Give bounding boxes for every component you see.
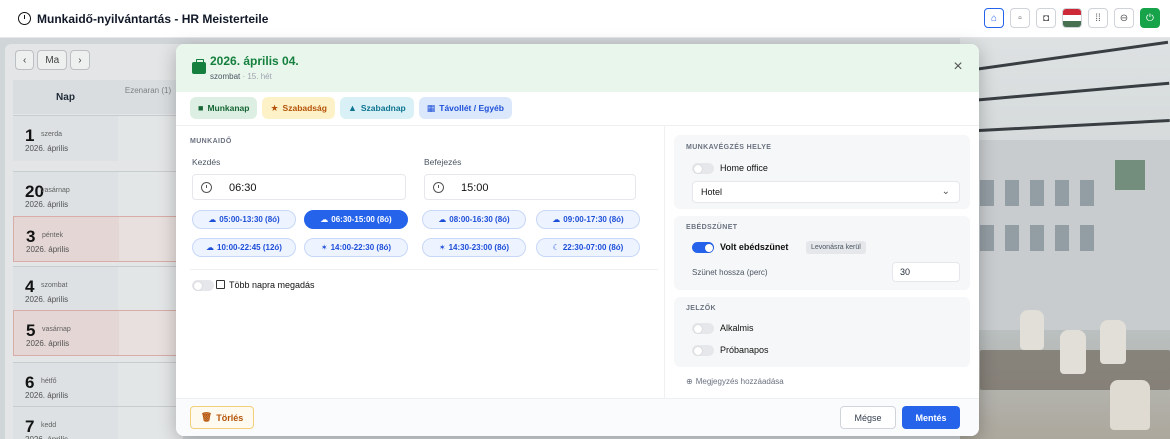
trash-icon: 🗑 [200,412,213,422]
lunch-duration-label: Szünet hossza (perc) [692,268,768,277]
shift-preset-button[interactable]: ☁ 10:00-22:45 (12ó) [192,238,296,257]
suitcase-icon [192,59,206,74]
tab-munkanap[interactable]: ■ Munkanap [190,97,258,119]
shift-icon: ☁ [206,243,215,252]
add-note-link[interactable]: ⊕ Megjegyzés hozzáadása [686,377,784,386]
lunch-toggle[interactable] [692,242,714,253]
calendar-icon [216,280,225,289]
end-label: Befejezés [424,157,462,167]
clock-icon [18,12,31,25]
plus-circle-icon: ⊕ [686,377,693,386]
tab-label: Szabadság [282,103,327,113]
shift-preset-button[interactable]: ☁ 08:00-16:30 (8ó) [422,210,526,229]
shift-icon: ☁ [438,215,447,224]
tab-label: Szabadnap [360,103,406,113]
clock-icon [433,182,444,193]
end-time-value: 15:00 [461,182,489,194]
end-time-input[interactable]: 15:00 [424,174,636,200]
shift-icon: ✶ [438,243,446,252]
trial-day-toggle[interactable] [692,345,714,356]
shift-preset-button[interactable]: ✶ 14:30-23:00 (8ó) [422,238,526,257]
shift-label: 06:30-15:00 (8ó) [331,215,392,224]
flags-card [674,297,970,367]
flags-section-label: JELZŐK [686,305,717,312]
add-note-label: Megjegyzés hozzáadása [695,377,784,386]
shift-label: 10:00-22:45 (12ó) [217,243,282,252]
tab-label: Munkanap [207,103,250,113]
tab-t-voll-t-egy-b[interactable]: ▦ Távollét / Egyéb [418,97,512,119]
shift-label: 05:00-13:30 (8ó) [219,215,280,224]
close-icon[interactable]: × [951,59,965,75]
shift-preset-button[interactable]: ☁ 05:00-13:30 (8ó) [192,210,296,229]
workplace-section-label: MUNKAVÉGZÉS HELYE [686,144,772,151]
shift-icon: ☁ [208,215,217,224]
modal-date: 2026. április 04. [210,54,299,68]
shift-label: 14:00-22:30 (8ó) [330,243,392,252]
calendar-icon: ▦ [426,102,436,113]
lunch-section-label: EBÉDSZÜNET [686,224,738,231]
shift-label: 09:00-17:30 (8ó) [563,215,624,224]
home-icon[interactable]: ⌂ [984,8,1004,28]
week-label: · 15. hét [242,72,272,81]
shift-label: 08:00-16:30 (8ó) [449,215,510,224]
lock-icon[interactable]: ▫ [1010,8,1030,28]
deduct-tag: Levonásra kerül [806,241,866,254]
tab-szabadnap[interactable]: ▲ Szabadnap [339,97,414,119]
home-office-label: Home office [720,163,768,173]
multi-day-label: Több napra megadás [229,280,315,290]
app-title: Munkaidő-nyilvántartás - HR Meisterteile [37,11,269,26]
start-time-input[interactable]: 06:30 [192,174,406,200]
delete-button[interactable]: 🗑 Törlés [190,406,254,429]
modal-footer: 🗑 Törlés Mégse Mentés [176,398,979,436]
suitcase-icon: ■ [198,103,204,113]
day-type-tabs: ■ Munkanap ★ Szabadság ▲ Szabadnap ▦ Távollét /… [190,97,512,119]
lunch-duration-value: 30 [900,267,911,277]
shift-label: 22:30-07:00 (8ó) [562,243,624,252]
tab-label: Távollét / Egyéb [439,103,504,113]
weekday-label: szombat [210,72,241,81]
modal-subtitle: szombat · 15. hét [210,72,272,81]
tab-szabads-g[interactable]: ★ Szabadság [262,97,335,119]
hungarian-flag-icon[interactable] [1062,8,1082,28]
clock-icon [201,182,212,193]
shift-icon: ☾ [552,243,560,252]
modal-header: 2026. április 04. szombat · 15. hét × [176,44,979,92]
minus-circle-icon[interactable]: ⊖ [1114,8,1134,28]
cancel-button[interactable]: Mégse [840,406,896,429]
start-label: Kezdés [192,157,221,167]
shift-preset-button[interactable]: ☁ 09:00-17:30 (8ó) [536,210,640,229]
location-value: Hotel [701,187,723,197]
grid-icon[interactable]: ⁞⁞ [1088,8,1108,28]
lunch-duration-input[interactable]: 30 [892,262,960,282]
save-button[interactable]: Mentés [902,406,960,429]
shift-icon: ☁ [320,215,329,224]
chevron-down-icon: ⌄ [941,186,950,197]
star-icon: ★ [270,102,279,113]
location-select[interactable]: Hotel ⌄ [692,181,960,203]
worktime-section-label: MUNKAIDŐ [190,138,232,145]
home-office-toggle[interactable] [692,163,714,174]
delete-label: Törlés [216,412,244,423]
shift-icon: ☁ [552,215,561,224]
start-time-value: 06:30 [229,182,257,194]
shift-preset-button[interactable]: ✶ 14:00-22:30 (8ó) [304,238,408,257]
shift-label: 14:30-23:00 (8ó) [448,243,510,252]
shift-preset-button[interactable]: ☾ 22:30-07:00 (8ó) [536,238,640,257]
triangle-icon: ▲ [347,103,357,113]
trial-day-label: Próbanapos [720,345,769,355]
shift-preset-button[interactable]: ☁ 06:30-15:00 (8ó) [304,210,408,229]
power-icon[interactable]: ⏻ [1140,8,1160,28]
app-header: Munkaidő-nyilvántartás - HR Meisterteile… [0,0,1170,38]
day-edit-modal: 2026. április 04. szombat · 15. hét × ■ M… [176,44,979,436]
lunch-label: Volt ebédszünet [720,242,789,252]
casual-toggle[interactable] [692,323,714,334]
casual-label: Alkalmis [720,323,754,333]
user-lock-icon[interactable]: ◘ [1036,8,1056,28]
shift-icon: ✶ [320,243,328,252]
multi-day-toggle[interactable] [192,280,214,291]
